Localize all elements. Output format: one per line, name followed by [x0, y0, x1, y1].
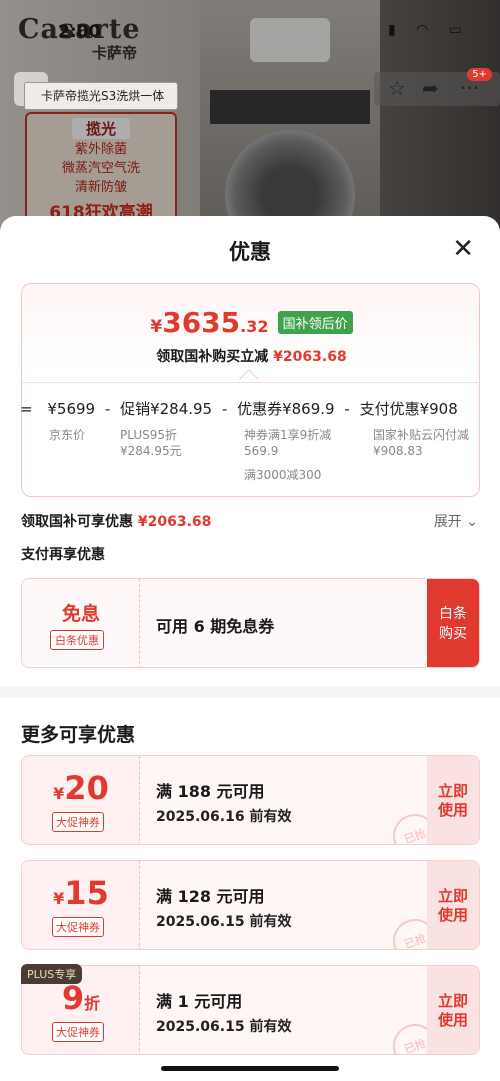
price-summary: ¥3635.32 国补领后价 领取国补购买立减 ¥2063.68 = ¥5699…	[20, 283, 481, 498]
breakdown-label: ¥908.83	[373, 444, 423, 458]
coupon-currency: ¥	[53, 784, 65, 803]
section-divider	[0, 686, 500, 698]
breakdown-value: ¥5699	[47, 400, 96, 418]
breakdown-value: 优惠券¥869.9	[237, 400, 335, 418]
subsidy-text: 领取国补可享优惠	[21, 514, 133, 530]
home-indicator	[161, 1066, 339, 1071]
currency-symbol: ¥	[150, 317, 163, 337]
coupon-label: 大促神券	[52, 917, 104, 937]
minus-sign: -	[104, 400, 111, 418]
breakdown-label: 神券满1享9折减	[244, 428, 332, 442]
chevron-down-icon: ⌄	[466, 514, 478, 530]
subsidy-amount: ¥2063.68	[137, 514, 212, 530]
product-title: 卡萨帝揽光S3洗烘一体	[24, 82, 178, 110]
price-subtitle: 领取国补购买立减 ¥2063.68	[22, 346, 481, 366]
minus-sign: -	[221, 400, 228, 418]
subtitle-text: 领取国补购买立减	[156, 349, 269, 365]
sheet-title: 优惠	[229, 240, 271, 264]
coupon-expiry: 2025.06.15 前有效	[156, 914, 292, 930]
message-badge: 5+	[467, 68, 492, 81]
brand-logo-cn: 卡萨帝	[92, 44, 138, 62]
coupon-value: 15	[64, 874, 109, 912]
coupon-currency: ¥	[53, 889, 65, 908]
final-price: ¥3635.32 国补领后价	[22, 306, 481, 339]
coupon-condition: 满 1 元可用	[156, 992, 243, 1011]
status-time: 2:00	[58, 22, 101, 42]
pay-section-title: 支付再享优惠	[21, 547, 105, 563]
price-breakdown: = ¥5699 - 促销¥284.95 - 优惠券¥869.9 - 支付优惠¥9…	[20, 382, 481, 498]
minus-sign: -	[344, 400, 350, 418]
coupon-amount: ¥20	[22, 770, 140, 812]
coupon-card: ¥20 大促神券 满 188 元可用 2025.06.16 前有效 已抢 立即使…	[21, 755, 480, 845]
coupon-card: ¥15 大促神券 满 128 元可用 2025.06.15 前有效 已抢 立即使…	[21, 860, 480, 950]
breakdown-label: 满3000减300	[244, 468, 322, 482]
status-icons: ▮ ◠ ▭	[387, 22, 470, 38]
coupon-card: 9折 大促神券 满 1 元可用 2025.06.15 前有效 已抢 立即使用	[21, 965, 480, 1055]
coupon-condition: 满 128 元可用	[156, 887, 265, 906]
breakdown-value: 支付优惠¥908	[359, 400, 458, 418]
baitiao-buy-button[interactable]: 白条购买	[427, 579, 479, 667]
star-icon[interactable]: ☆	[388, 76, 406, 100]
breakdown-label: ¥284.95元	[120, 444, 182, 458]
installment-tag: 白条优惠	[50, 630, 104, 650]
share-icon[interactable]: ➦	[422, 76, 439, 100]
close-icon[interactable]: ✕	[452, 236, 474, 262]
breakdown-label: 京东价	[49, 428, 86, 442]
installment-title: 免息	[61, 603, 100, 625]
coupon-value: 9	[61, 979, 85, 1017]
coupon-condition: 满 188 元可用	[156, 782, 265, 801]
installment-desc: 可用 6 期免息券	[156, 617, 275, 636]
coupon-label: 大促神券	[52, 812, 104, 832]
price-tag: 国补领后价	[277, 311, 353, 334]
coupon-expiry: 2025.06.16 前有效	[156, 809, 292, 825]
subtitle-amount: ¥2063.68	[273, 349, 347, 365]
expand-toggle[interactable]: 展开 ⌄	[434, 511, 478, 531]
breakdown-label: PLUS95折	[120, 428, 177, 442]
use-coupon-button[interactable]: 立即使用	[427, 966, 479, 1054]
coupon-suffix: 折	[84, 994, 101, 1013]
installment-card: 免息 白条优惠 可用 6 期免息券 白条购买	[21, 578, 480, 668]
more-offers-title: 更多可享优惠	[21, 724, 136, 746]
price-decimal: .32	[240, 317, 269, 336]
use-coupon-button[interactable]: 立即使用	[427, 861, 479, 949]
use-coupon-button[interactable]: 立即使用	[427, 756, 479, 844]
coupon-amount: ¥15	[22, 875, 140, 917]
discount-sheet: 优惠 ✕ ¥3635.32 国补领后价 领取国补购买立减 ¥2063.68 = …	[0, 216, 500, 1081]
breakdown-label: 国家补贴云闪付减	[373, 428, 470, 442]
coupon-expiry: 2025.06.15 前有效	[156, 1019, 292, 1035]
price-integer: 3635	[162, 306, 241, 339]
expand-label: 展开	[433, 514, 462, 530]
coupon-label: 大促神券	[52, 1022, 104, 1042]
equals-sign: =	[20, 400, 33, 418]
national-subsidy-row: 领取国补可享优惠 ¥2063.68	[21, 511, 211, 531]
breakdown-value: 促销¥284.95	[120, 400, 213, 418]
plus-exclusive-tag: PLUS专享	[21, 964, 83, 984]
breakdown-line: = ¥5699 - 促销¥284.95 - 优惠券¥869.9 - 支付优惠¥9…	[20, 398, 458, 419]
breakdown-label: 569.9	[244, 444, 279, 458]
coupon-value: 20	[64, 769, 109, 807]
coupon-amount: 9折	[22, 980, 140, 1022]
